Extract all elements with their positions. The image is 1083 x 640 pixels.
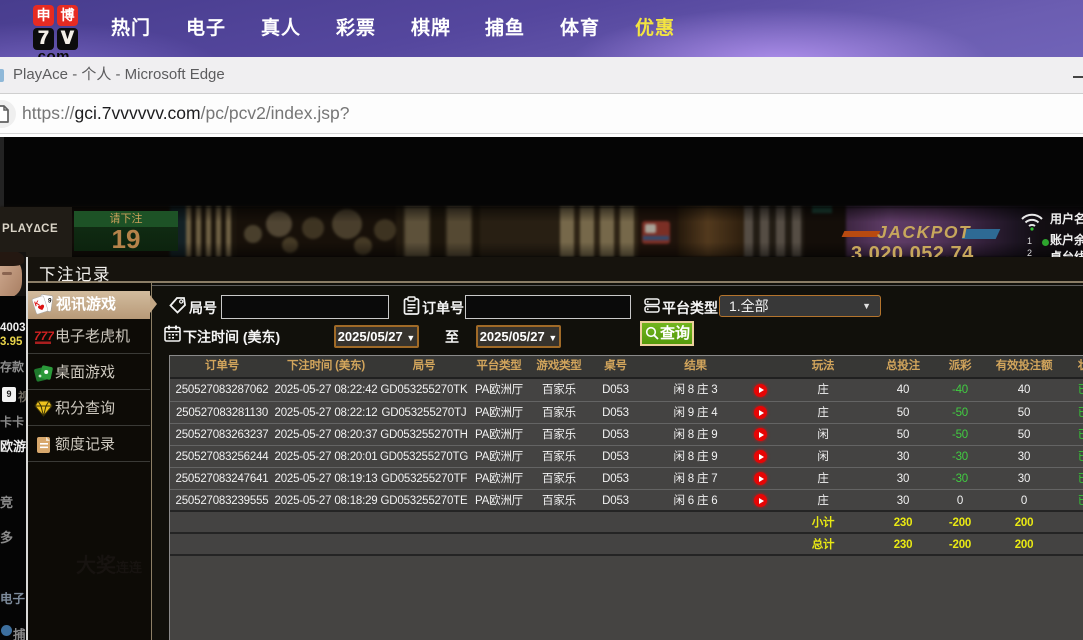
svg-text:777: 777 bbox=[34, 329, 54, 343]
